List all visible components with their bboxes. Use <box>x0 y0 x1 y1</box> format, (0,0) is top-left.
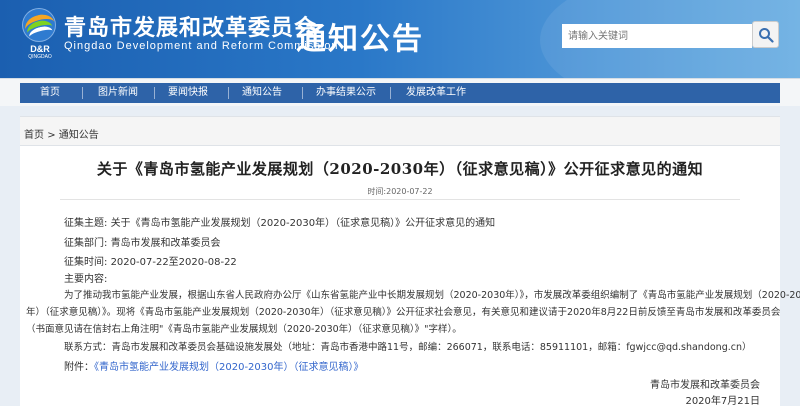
meta-period: 征集时间: 2020-07-22至2020-08-22 <box>64 253 237 268</box>
signature: 青岛市发展和改革委员会 <box>650 380 760 391</box>
attachment: 附件：《青岛市氢能产业发展规划（2020-2030年）（征求意见稿）》 <box>64 358 364 373</box>
nav-divider <box>82 87 83 99</box>
nav-item-results[interactable]: 办事结果公示 <box>316 83 376 103</box>
nav-bar: 首页 图片新闻 要闻快报 通知公告 办事结果公示 发展改革工作 <box>20 83 780 103</box>
nav-divider <box>390 87 391 99</box>
breadcrumb-home[interactable]: 首页 <box>24 130 44 141</box>
search-button[interactable] <box>752 21 779 48</box>
article-time: 时间:2020-07-22 <box>367 187 433 196</box>
meta-label: 主要内容: <box>64 274 108 285</box>
meta-topic: 征集主题: 关于《青岛市氢能产业发展规划（2020-2030年）（征求意见稿）》… <box>64 214 495 229</box>
breadcrumb: 首页 > 通知公告 <box>24 126 99 141</box>
nav-divider <box>154 87 155 99</box>
article-panel: 关于《青岛市氢能产业发展规划（2020-2030年）（征求意见稿）》公开征求意见… <box>20 146 800 406</box>
meta-content: 主要内容: <box>64 270 107 285</box>
breadcrumb-bar: 首页 > 通知公告 <box>0 106 800 146</box>
logo-text: D&R <box>30 44 50 54</box>
meta-value: 青岛市发展和改革委员会 <box>110 238 221 249</box>
section-title: 通知公告 <box>296 22 424 57</box>
body-line: 年）（征求意见稿）》。现将《青岛市氢能产业发展规划（2020-2030年）（征求… <box>26 307 781 318</box>
nav-item-news-brief[interactable]: 要闻快报 <box>168 83 208 103</box>
nav-item-notices[interactable]: 通知公告 <box>242 83 282 103</box>
sign-date: 2020年7月21日 <box>685 396 760 406</box>
breadcrumb-separator: > <box>47 130 56 141</box>
article-title: 关于《青岛市氢能产业发展规划（2020-2030年）（征求意见稿）》公开征求意见… <box>96 160 704 178</box>
meta-value: 关于《青岛市氢能产业发展规划（2020-2030年）（征求意见稿）》公开征求意见… <box>110 218 496 229</box>
search-icon <box>759 28 774 43</box>
contact-info: 联系方式：青岛市发展和改革委员会基础设施发展处（地址：青岛市香港中路11号，邮编… <box>64 342 752 353</box>
meta-label: 征集主题: <box>64 218 108 229</box>
meta-value: 2020-07-22至2020-08-22 <box>110 257 237 268</box>
nav-divider <box>302 87 303 99</box>
body-line: （书面意见请在信封右上角注明"《青岛市氢能产业发展规划（2020-2030年）（… <box>26 324 462 335</box>
nav-item-reform-work[interactable]: 发展改革工作 <box>406 83 466 103</box>
logo-subtext: QINGDAO <box>28 54 52 60</box>
meta-label: 征集时间: <box>64 257 108 268</box>
logo-icon[interactable] <box>22 8 56 42</box>
breadcrumb-box: 首页 > 通知公告 <box>20 116 780 146</box>
site-title: 青岛市发展和改革委员会 <box>64 16 318 41</box>
search-input[interactable] <box>562 24 752 48</box>
attachment-label: 附件： <box>64 362 94 373</box>
nav-item-photo-news[interactable]: 图片新闻 <box>98 83 138 103</box>
body-line: 为了推动我市氢能产业发展，根据山东省人民政府办公厅《山东省氢能产业中长期发展规划… <box>64 290 800 301</box>
meta-department: 征集部门: 青岛市发展和改革委员会 <box>64 234 221 249</box>
attachment-link[interactable]: 《青岛市氢能产业发展规划（2020-2030年）（征求意见稿）》 <box>94 362 364 373</box>
breadcrumb-current[interactable]: 通知公告 <box>59 130 99 141</box>
title-divider <box>60 199 740 200</box>
site-header: D&R QINGDAO 青岛市发展和改革委员会 Qingdao Developm… <box>0 0 800 78</box>
main-nav: 首页 图片新闻 要闻快报 通知公告 办事结果公示 发展改革工作 <box>0 78 800 106</box>
nav-item-home[interactable]: 首页 <box>40 83 60 103</box>
nav-divider <box>228 87 229 99</box>
meta-label: 征集部门: <box>64 238 108 249</box>
